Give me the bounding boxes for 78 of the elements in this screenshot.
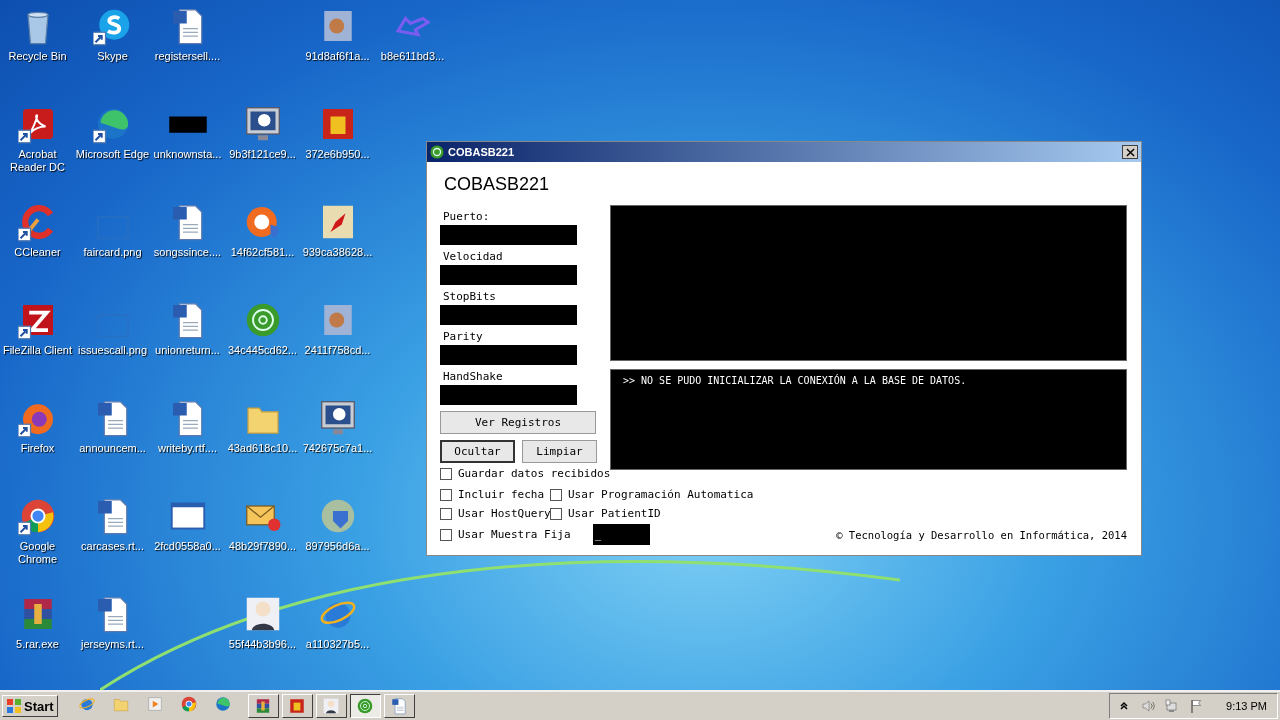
icon-label[interactable]: unionreturn... <box>155 344 220 357</box>
window-title: COBASB221 <box>448 146 516 158</box>
color-wheel-icon[interactable] <box>179 695 198 713</box>
field-label: StopBits <box>443 290 497 303</box>
taskbar-button[interactable] <box>349 694 381 718</box>
checkbox-label: Usar PatientID <box>568 507 661 520</box>
globe-icon[interactable] <box>77 695 96 713</box>
icon-label[interactable]: 939ca38628... <box>302 246 373 259</box>
icon-label[interactable]: b8e611bd3... <box>380 50 445 63</box>
start-button[interactable]: Start <box>2 695 58 717</box>
icon-label[interactable]: carcases.rt... <box>81 540 144 553</box>
icon-label[interactable]: 2411f758cd... <box>304 344 371 357</box>
app-tile-icon <box>288 697 307 715</box>
icon-label[interactable]: 48b29f7890... <box>228 540 297 553</box>
copyright-text: © Tecnología y Desarrollo en Informática, 2014 <box>836 528 1127 541</box>
input-field[interactable] <box>440 345 577 365</box>
icon-label[interactable]: 34c445cd62... <box>227 344 298 357</box>
input-field[interactable] <box>440 225 577 245</box>
icon-label[interactable]: Firefox <box>20 442 55 455</box>
icon-label[interactable]: registersell.... <box>154 50 221 63</box>
checkbox[interactable] <box>440 507 452 520</box>
radar-icon <box>356 697 375 715</box>
checkbox[interactable] <box>440 467 452 480</box>
icon-label[interactable]: 897956d6a... <box>305 540 370 553</box>
input-field[interactable] <box>440 305 577 325</box>
checkbox-label: Usar HostQuery <box>458 507 551 520</box>
checkbox[interactable] <box>440 488 452 501</box>
icon-label[interactable]: Microsoft Edge <box>75 148 150 161</box>
icon-label[interactable]: faircard.png <box>83 246 142 259</box>
input-field[interactable]: _ <box>592 524 650 545</box>
icon-label[interactable]: 55f44b3b96... <box>228 638 297 651</box>
icon-label[interactable]: 91d8af6f1a... <box>305 50 370 63</box>
field-label: Puerto: <box>443 210 491 223</box>
checkbox-label: Incluir fecha <box>458 488 545 501</box>
checkbox-label: Usar Programación Automatica <box>568 488 754 501</box>
field-label: Velocidad <box>443 250 504 263</box>
icon-label[interactable]: Google Chrome <box>0 540 75 566</box>
checkbox-label: Guardar datos recibidos <box>458 467 611 480</box>
icon-label[interactable]: Acrobat Reader DC <box>0 148 75 174</box>
checkbox[interactable] <box>550 488 562 501</box>
dialog-button[interactable]: Ocultar <box>440 440 515 463</box>
log-message: >> NO SE PUDO INICIALIZAR LA CONEXIÓN A LA BASE DE DATOS. <box>623 375 967 386</box>
input-field[interactable] <box>440 265 577 285</box>
figure-thumbnail-icon <box>322 697 341 715</box>
checkbox[interactable] <box>550 507 562 520</box>
clock[interactable]: 9:13 PM <box>1226 700 1267 712</box>
icon-label[interactable]: unknownsta... <box>153 148 222 161</box>
dialog-button[interactable]: Limpiar <box>522 440 597 463</box>
icon-label[interactable]: 5.rar.exe <box>16 638 59 651</box>
icon-label[interactable]: 14f62cf581... <box>230 246 295 259</box>
icon-label[interactable]: songssince.... <box>153 246 222 259</box>
field-label: HandShake <box>443 370 504 383</box>
close-button[interactable] <box>1122 145 1138 159</box>
icon-label[interactable]: jerseyms.rt... <box>81 638 144 651</box>
close-icon <box>1125 147 1135 157</box>
document-icon <box>390 697 409 715</box>
icon-label[interactable]: 2fcd0558a0... <box>154 540 221 553</box>
view-records-button[interactable]: Ver Registros <box>440 411 596 434</box>
checkbox[interactable] <box>440 528 452 541</box>
icon-label[interactable]: a110327b5... <box>305 638 370 651</box>
app-heading: COBASB221 <box>444 174 551 195</box>
icon-label[interactable]: CCleaner <box>14 246 61 259</box>
field-label: Parity <box>443 330 484 343</box>
app-icon <box>430 145 444 159</box>
icon-label[interactable]: Recycle Bin <box>8 50 67 63</box>
icon-label[interactable]: FileZilla Client <box>2 344 73 357</box>
icon-label[interactable]: 9b3f121ce9... <box>229 148 296 161</box>
icon-label[interactable]: 742675c7a1... <box>302 442 373 455</box>
icon-label[interactable]: announcem... <box>79 442 146 455</box>
icon-label[interactable]: Skype <box>97 50 128 63</box>
icon-label[interactable]: issuescall.png <box>77 344 148 357</box>
input-field[interactable] <box>440 385 577 405</box>
four-squares-icon <box>6 698 22 714</box>
swirl-icon[interactable] <box>213 695 232 713</box>
checkbox-label: Usar Muestra Fija <box>458 528 571 541</box>
icon-label[interactable]: 43ad618c10... <box>227 442 298 455</box>
icon-label[interactable]: 372e6b950... <box>305 148 370 161</box>
icon-label[interactable]: writeby.rtf.... <box>157 442 218 455</box>
